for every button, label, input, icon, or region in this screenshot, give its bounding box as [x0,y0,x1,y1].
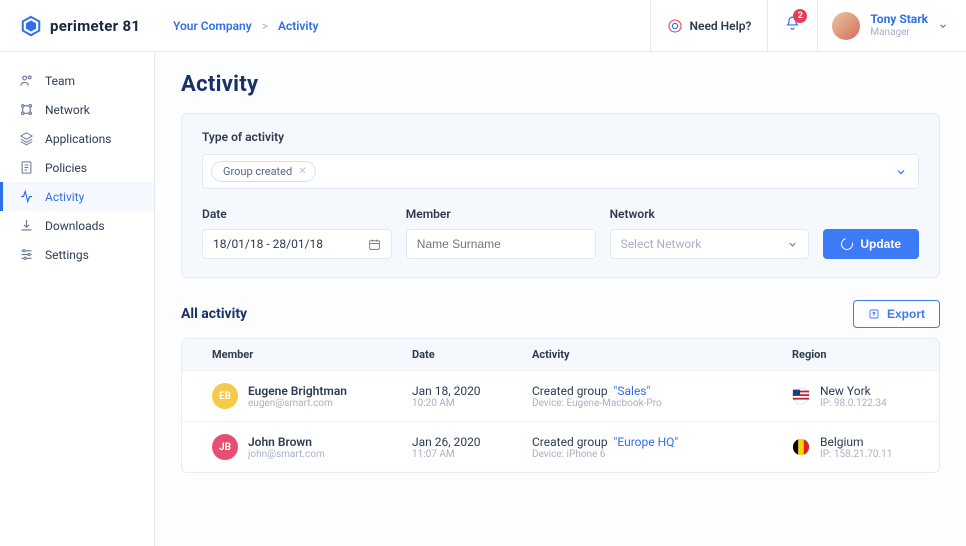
user-name: Tony Stark [870,13,928,26]
network-select[interactable]: Select Network [610,229,810,259]
member-name: Eugene Brightman [248,384,347,398]
activity-icon [19,189,34,204]
export-icon [868,308,880,320]
notifications-button[interactable]: 2 [767,0,817,51]
users-icon [19,73,34,88]
lifebuoy-icon [667,18,683,34]
download-icon [19,218,34,233]
row-activity: Created group "Europe HQ" [532,435,792,449]
row-ip: IP: 98.0.122.34 [820,398,887,409]
row-date: Jan 18, 2020 [412,384,532,398]
chevron-down-icon [895,166,907,178]
row-region: Belgium [820,435,892,449]
row-activity: Created group "Sales" [532,384,792,398]
date-label: Date [202,207,392,221]
help-label: Need Help? [690,19,752,33]
col-activity: Activity [532,348,792,361]
header: perimeter 81 Your Company > Activity Nee… [0,0,966,52]
sidebar-item-label: Policies [45,161,87,175]
export-label: Export [887,307,925,321]
refresh-icon [839,236,855,252]
sidebar-item-team[interactable]: Team [0,66,154,95]
main: Activity Type of activity Group created … [155,52,966,546]
row-region: New York [820,384,887,398]
row-time: 10:20 AM [412,398,532,409]
activity-type-select[interactable]: Group created ✕ [202,154,919,189]
row-ip: IP: 158.21.70.11 [820,449,892,460]
header-right: Need Help? 2 Tony Stark Manager [650,0,966,51]
chip-label: Group created [223,165,292,178]
member-email: john@smart.com [248,449,325,460]
user-menu[interactable]: Tony Stark Manager [817,0,966,51]
table-row[interactable]: JB John Brownjohn@smart.com Jan 26, 202011… [182,421,939,472]
help-link[interactable]: Need Help? [650,0,768,51]
sidebar-item-downloads[interactable]: Downloads [0,211,154,240]
chevron-down-icon [787,239,798,250]
member-input[interactable] [406,229,596,259]
sidebar-item-label: Activity [45,190,84,204]
date-range-input[interactable]: 18/01/18 - 28/01/18 [202,229,392,259]
row-device: Device: Eugene-Macbook-Pro [532,398,792,409]
member-label: Member [406,207,596,221]
notification-badge: 2 [793,9,807,23]
chip-remove-icon[interactable]: ✕ [298,166,306,177]
brand: perimeter 81 [0,15,155,37]
flag-icon [792,387,810,405]
chevron-down-icon [938,21,948,31]
breadcrumb-leaf[interactable]: Activity [278,19,319,33]
avatar [832,12,860,40]
table-header: Member Date Activity Region [182,339,939,370]
sliders-icon [19,247,34,262]
update-button[interactable]: Update [823,229,919,259]
sidebar-item-label: Network [45,103,90,117]
sidebar-item-network[interactable]: Network [0,95,154,124]
export-button[interactable]: Export [853,300,940,328]
network-placeholder: Select Network [621,237,702,251]
row-device: Device: iPhone 6 [532,449,792,460]
activity-table: Member Date Activity Region EB Eugene Bri… [181,338,940,473]
member-avatar: EB [212,383,238,409]
all-activity-heading: All activity [181,306,247,322]
sidebar-item-label: Downloads [45,219,105,233]
col-region: Region [792,348,909,361]
sidebar-item-label: Settings [45,248,89,262]
sidebar-item-applications[interactable]: Applications [0,124,154,153]
sidebar-item-policies[interactable]: Policies [0,153,154,182]
col-date: Date [412,348,532,361]
sidebar-item-activity[interactable]: Activity [0,182,154,211]
breadcrumb: Your Company > Activity [155,19,650,33]
brand-name: perimeter 81 [50,17,140,35]
network-label: Network [610,207,810,221]
filter-card: Type of activity Group created ✕ Date [181,113,940,278]
table-row[interactable]: EB Eugene Brightmaneugen@smart.com Jan 18,… [182,370,939,421]
breadcrumb-root[interactable]: Your Company [173,19,252,33]
calendar-icon [368,238,381,251]
member-name: John Brown [248,435,325,449]
page-title: Activity [181,72,940,97]
breadcrumb-sep: > [262,19,268,33]
chip-group-created[interactable]: Group created ✕ [211,161,316,182]
document-icon [19,160,34,175]
sidebar-item-settings[interactable]: Settings [0,240,154,269]
row-date: Jan 26, 2020 [412,435,532,449]
update-label: Update [860,237,901,251]
flag-icon [792,438,810,456]
layers-icon [19,131,34,146]
user-role: Manager [870,27,928,38]
date-value: 18/01/18 - 28/01/18 [213,237,323,251]
sidebar-item-label: Applications [45,132,111,146]
sidebar-item-label: Team [45,74,75,88]
member-email: eugen@smart.com [248,398,347,409]
type-label: Type of activity [202,130,919,144]
logo-icon [20,15,42,37]
col-member: Member [212,348,412,361]
network-icon [19,102,34,117]
member-avatar: JB [212,434,238,460]
row-time: 11:07 AM [412,449,532,460]
sidebar: Team Network Applications Policies Activ… [0,52,155,546]
